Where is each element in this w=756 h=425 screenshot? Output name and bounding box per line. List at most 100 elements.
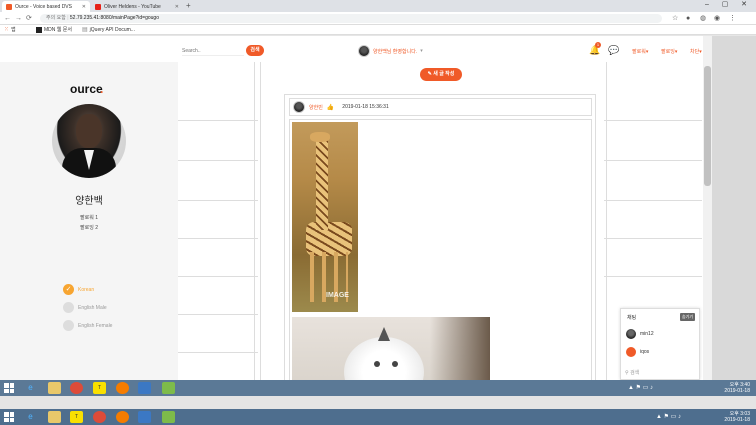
browser-menu-icon[interactable]: ⋮ [729,14,736,23]
app-icon[interactable] [162,382,175,394]
tray-icons[interactable]: ▲ ⚑ ▭ ♪ [628,384,653,391]
voice-option-korean[interactable]: ✓ Korean [63,284,94,295]
voice-option-english-female[interactable]: English Female [63,320,112,331]
browser-tab-bar: Ource - Voice based DVS ✕ Oliver Heldens… [0,0,756,12]
radio-icon [63,302,74,313]
search-icon: ⚲ [625,370,629,376]
bookmark-mdn[interactable]: MDN 웹 문서 [36,25,72,35]
welcome-user[interactable]: 양한백님 환영합니다. ▾ [358,45,423,57]
close-window-icon[interactable]: ✕ [737,0,751,10]
notification-badge: 1 [595,42,601,48]
post-author[interactable]: 양한빈 [309,104,323,111]
like-icon[interactable]: 👍 [327,104,334,111]
tab-title: Oliver Heldens - YouTube [104,3,161,10]
site-logo[interactable]: ource [70,82,103,96]
check-icon: ✓ [63,284,74,295]
profile-avatar [52,104,126,178]
chat-title: 채팅 [627,315,637,321]
following-count[interactable]: 팔로잉 2 [0,224,178,231]
chat-user-item[interactable]: min12 [626,329,654,339]
address-field[interactable]: 주의 요함 | 52.79.235.41:8080/mainPage?id=go… [40,14,662,23]
bookmark-label: MDN 웹 문서 [44,27,72,33]
firefox-icon[interactable] [116,382,129,394]
address-bar-row: ← → ⟳ 주의 요함 | 52.79.235.41:8080/mainPage… [0,12,756,25]
divider [178,276,258,277]
page-scrollbar[interactable] [703,36,712,380]
bookmark-apps[interactable]: ⁙ 앱 [4,25,16,35]
back-icon[interactable]: ← [4,14,11,23]
search-input[interactable] [182,46,244,56]
clock[interactable]: 오후 3:40 2019-01-18 [724,382,750,394]
menu-blocked[interactable]: 차단▾ [690,48,702,55]
avatar [358,45,370,57]
bookmark-jquery[interactable]: ▤ jQuery API Docum... [82,25,135,35]
chat-hide-button[interactable]: 숨기기 [679,313,695,321]
chat-bubble-icon[interactable]: 💬 [608,45,619,55]
folder-icon[interactable] [48,382,61,394]
extension-icon[interactable]: ◍ [700,14,706,23]
divider [606,62,607,380]
bookmark-label: jQuery API Docum... [89,27,135,33]
avatar [626,329,636,339]
background-area [712,36,756,380]
profile-username: 양한백 [75,196,103,207]
app-icon[interactable] [162,411,175,423]
minimize-icon[interactable]: – [700,0,714,10]
chrome-icon[interactable] [93,411,106,423]
firefox-icon[interactable] [116,411,129,423]
chat-user-item[interactable]: iqos [626,347,649,357]
reload-icon[interactable]: ⟳ [26,14,32,23]
youtube-favicon-icon [95,3,101,10]
chat-search-input[interactable]: ⚲ 검색 [625,369,639,376]
divider [604,200,702,201]
bookmark-star-icon[interactable]: ☆ [672,14,678,23]
tray-icons[interactable]: ▲ ⚑ ▭ ♪ [656,413,681,420]
maximize-icon[interactable]: ▢ [718,0,732,10]
desktop-strip [0,396,756,409]
profile-sidebar: ource . 양한백 팔로워 1 팔로잉 2 ✓ Korean English… [0,62,178,380]
web-page: 검색 양한백님 환영합니다. ▾ 🔔 1 💬 팔로워▾ 팔로잉▾ 차단▾ our… [0,36,712,380]
profile-icon[interactable]: ◉ [714,14,720,23]
tab-ource[interactable]: Ource - Voice based DVS ✕ [2,1,90,12]
ie-icon[interactable]: e [24,382,37,394]
forward-icon[interactable]: → [15,14,22,23]
close-tab-icon[interactable]: ✕ [175,4,179,10]
new-tab-icon[interactable]: + [186,1,191,10]
kakaotalk-icon[interactable]: T [93,382,106,394]
kakaotalk-icon[interactable]: T [70,411,83,423]
search-button[interactable]: 검색 [246,45,264,56]
app-icon[interactable] [138,382,151,394]
divider [178,200,258,201]
chrome-icon[interactable] [70,382,83,394]
app-icon[interactable] [138,411,151,423]
bookmark-bar: ⁙ 앱 MDN 웹 문서 ▤ jQuery API Docum... [0,25,756,35]
divider [604,120,702,121]
apps-grid-icon: ⁙ [4,27,10,33]
chat-panel: 채팅 숨기기 min12 iqos ⚲ 검색 [620,308,700,380]
bookmark-label: 앱 [11,27,16,33]
follower-count[interactable]: 팔로워 1 [0,214,178,221]
close-tab-icon[interactable]: ✕ [82,4,86,10]
folder-icon[interactable] [48,411,61,423]
windows-start-icon[interactable] [4,383,14,393]
divider [178,238,258,239]
divider [178,120,258,121]
divider [254,62,255,380]
taskbar-host: e T ▲ ⚑ ▭ ♪ 오후 3:03 2019-01-18 [0,409,756,425]
divider [604,160,702,161]
avatar[interactable] [293,101,305,113]
avatar [626,347,636,357]
giraffe-image: IMAGE [292,122,358,312]
scrollbar-thumb[interactable] [704,66,711,186]
tab-youtube[interactable]: Oliver Heldens - YouTube ✕ [91,1,183,12]
tab-title: Ource - Voice based DVS [15,3,72,10]
account-icon[interactable]: ● [686,14,690,23]
post-card: 양한빈 👍 2019-01-18 15:36:31 IMAGE [284,94,596,380]
voice-option-english-male[interactable]: English Male [63,302,107,313]
menu-following[interactable]: 팔로잉▾ [661,48,677,55]
menu-followers[interactable]: 팔로워▾ [632,48,648,55]
ie-icon[interactable]: e [24,411,37,423]
clock[interactable]: 오후 3:03 2019-01-18 [724,411,750,423]
windows-start-icon[interactable] [4,412,14,422]
new-post-button[interactable]: ✎ 새 글 작성 [420,68,462,81]
